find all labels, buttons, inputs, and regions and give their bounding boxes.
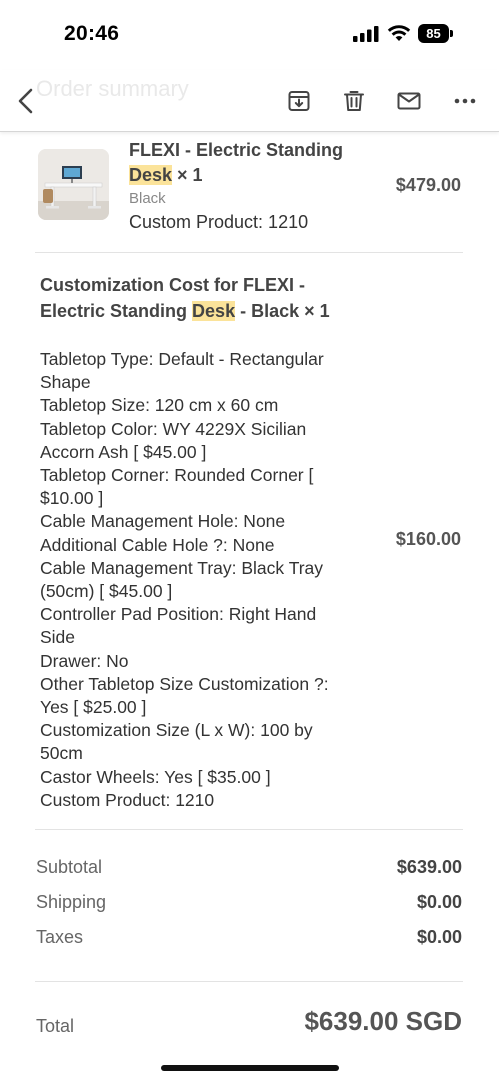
cellular-signal-icon: [353, 26, 379, 42]
more-horizontal-icon[interactable]: [452, 88, 478, 114]
product-title-prefix: FLEXI - Electric Standing: [129, 140, 344, 160]
total-label: Total: [36, 1016, 75, 1036]
subtotal-row: Subtotal $639.00: [36, 857, 462, 892]
battery-cap: [450, 30, 453, 37]
shipping-value: $0.00: [416, 892, 462, 912]
customization-detail-line: 50cm: [40, 743, 83, 764]
product-quantity: × 1: [172, 165, 203, 185]
trash-icon[interactable]: [341, 88, 367, 114]
wifi-icon: [387, 25, 411, 41]
divider: [35, 981, 463, 982]
search-highlight: Desk: [192, 301, 236, 321]
status-time: 20:46: [64, 22, 120, 45]
mail-icon[interactable]: [396, 88, 422, 114]
totals-section: Subtotal $639.00 Shipping $0.00 Taxes $0…: [36, 857, 462, 962]
shipping-row: Shipping $0.00: [36, 892, 462, 927]
customization-details: Tabletop Type: Default - Rectangular Sha…: [40, 348, 370, 812]
chevron-left-icon[interactable]: [14, 86, 40, 116]
archive-icon[interactable]: [286, 88, 312, 114]
customization-price: $160.00: [395, 529, 461, 549]
status-bar: 20:46 85: [0, 0, 499, 70]
customization-detail-line: Tabletop Type: Default - Rectangular: [40, 349, 324, 369]
taxes-label: Taxes: [36, 927, 84, 947]
product-line-item: FLEXI - Electric Standing Desk × 1 Black…: [0, 132, 499, 252]
customization-detail-line: Tabletop Size: 120 cm x 60 cm: [40, 395, 279, 416]
customization-detail-line: Tabletop Corner: Rounded Corner [: [40, 465, 314, 486]
customization-detail-line: Drawer: No: [40, 650, 129, 671]
search-highlight: Desk: [129, 165, 173, 185]
battery-level: 85: [426, 26, 441, 41]
customization-detail-line: Castor Wheels: Yes [ $35.00 ]: [40, 766, 271, 787]
toolbar-title: Order summary: [36, 76, 189, 101]
customization-detail-line: Cable Management Hole: None: [40, 511, 286, 532]
customization-detail-line: Yes [ $25.00 ]: [40, 697, 147, 718]
shipping-label: Shipping: [36, 892, 107, 912]
divider: [35, 252, 463, 253]
home-indicator[interactable]: [161, 1065, 339, 1071]
taxes-row: Taxes $0.00: [36, 927, 462, 962]
customization-detail-line: Additional Cable Hole ?: None: [40, 534, 275, 555]
divider: [35, 829, 463, 830]
mail-toolbar: Order summary: [0, 70, 499, 132]
taxes-value: $0.00: [416, 927, 462, 947]
standing-desk-image: [38, 149, 109, 220]
product-price: $479.00: [395, 175, 461, 195]
customization-detail-line: $10.00 ]: [40, 488, 104, 509]
customization-detail-line: Tabletop Color: WY 4229X Sicilian: [40, 418, 307, 439]
customization-detail-line: Customization Size (L x W): 100 by: [40, 720, 313, 741]
product-custom-id: Custom Product: 1210: [129, 212, 309, 232]
product-image: [38, 149, 109, 220]
product-variant: Black: [129, 190, 166, 207]
product-title: FLEXI - Electric Standing Desk × 1: [129, 138, 369, 188]
customization-detail-line: (50cm) [ $45.00 ]: [40, 581, 173, 602]
grand-total-row: Total $639.00 SGD: [36, 1006, 462, 1046]
page: 20:46 85 Order summary FLEXI - Electric …: [0, 0, 499, 1080]
customization-detail-line: Side: [40, 627, 76, 648]
customization-detail-line: Other Tabletop Size Customization ?:: [40, 673, 329, 694]
subtotal-label: Subtotal: [36, 857, 103, 877]
total-value: $639.00 SGD: [304, 1006, 462, 1036]
subtotal-value: $639.00: [396, 857, 462, 877]
customization-title-suffix: - Black × 1: [235, 301, 330, 321]
battery-indicator: 85: [418, 24, 454, 43]
customization-detail-line: Accorn Ash [ $45.00 ]: [40, 441, 207, 462]
customization-detail-line: Controller Pad Position: Right Hand: [40, 604, 317, 625]
customization-title: Customization Cost for FLEXI - Electric …: [40, 272, 370, 324]
customization-detail-line: Shape: [40, 372, 91, 393]
customization-detail-line: Custom Product: 1210: [40, 789, 215, 810]
customization-detail-line: Cable Management Tray: Black Tray: [40, 557, 324, 578]
customization-line-item: Customization Cost for FLEXI - Electric …: [40, 272, 370, 812]
